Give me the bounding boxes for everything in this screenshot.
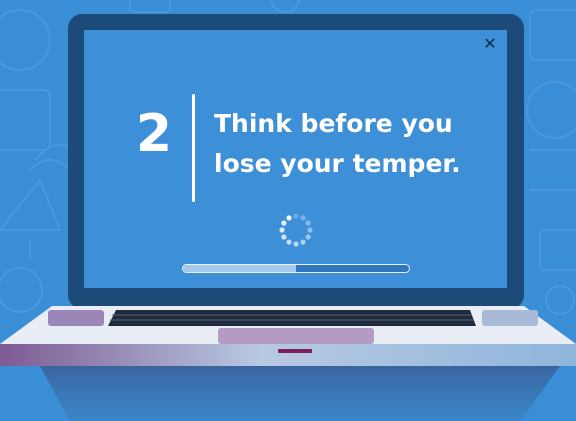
progress-bar-fill bbox=[183, 265, 296, 272]
spinner-dot bbox=[286, 239, 292, 245]
loading-screen: ✕ 2 Think before you lose your temper. bbox=[84, 30, 507, 288]
spinner-dot bbox=[300, 239, 306, 245]
laptop-shadow bbox=[40, 366, 560, 421]
base-front bbox=[0, 344, 576, 366]
spinner-dot bbox=[293, 213, 299, 219]
spinner-dot bbox=[305, 220, 311, 226]
spinner-dot bbox=[307, 227, 313, 233]
spinner-dot bbox=[305, 234, 311, 240]
trackpad bbox=[218, 328, 374, 344]
spinner-dot bbox=[286, 215, 292, 221]
progress-bar bbox=[182, 264, 410, 273]
spinner-dot bbox=[293, 241, 299, 247]
tip-text-line-2: lose your temper. bbox=[214, 149, 461, 178]
spinner-dot bbox=[300, 215, 306, 221]
front-notch bbox=[278, 349, 312, 353]
loading-spinner-icon bbox=[279, 213, 313, 247]
divider bbox=[192, 94, 195, 202]
spinner-dot bbox=[281, 220, 287, 226]
speaker-left bbox=[48, 310, 104, 326]
tip-text: Think before you lose your temper. bbox=[214, 104, 499, 184]
speaker-right bbox=[482, 310, 538, 326]
spinner-dot bbox=[281, 234, 287, 240]
tip-text-line-1: Think before you bbox=[214, 109, 453, 138]
close-icon[interactable]: ✕ bbox=[482, 36, 498, 52]
keyboard bbox=[108, 310, 476, 326]
tip-number: 2 bbox=[135, 104, 173, 164]
laptop-base bbox=[0, 306, 576, 421]
spinner-dot bbox=[279, 227, 285, 233]
